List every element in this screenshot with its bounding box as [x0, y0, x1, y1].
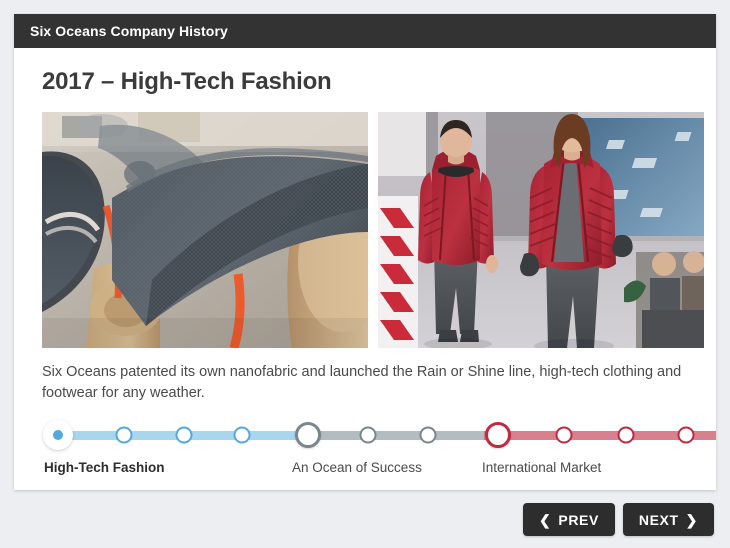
slide-body: 2017 – High-Tech Fashion Six Oceans pate…	[14, 48, 716, 404]
chevron-left-icon: ❮	[539, 511, 552, 528]
timeline-node-red-3[interactable]	[617, 426, 635, 444]
slide-caption: Six Oceans patented its own nanofabric a…	[42, 364, 682, 402]
slide-card: Six Oceans Company History 2017 – High-T…	[14, 14, 716, 490]
timeline-label-an-ocean-of-success[interactable]: An Ocean of Success	[292, 460, 422, 475]
window-title: Six Oceans Company History	[30, 23, 228, 39]
chevron-right-icon: ❯	[685, 511, 698, 528]
timeline-node-red-2[interactable]	[555, 426, 573, 444]
timeline-track	[36, 418, 716, 452]
next-button[interactable]: NEXT ❯	[622, 503, 714, 536]
timeline-label-high-tech-fashion[interactable]: High-Tech Fashion	[44, 460, 165, 475]
timeline-node-gray-2[interactable]	[359, 426, 377, 444]
timeline-node-current[interactable]	[43, 420, 73, 450]
timeline-node-red-4[interactable]	[677, 426, 695, 444]
prev-button[interactable]: ❮ PREV	[523, 503, 615, 536]
timeline-node-red-1[interactable]	[485, 422, 511, 448]
timeline-node-blue-2[interactable]	[115, 426, 133, 444]
window-titlebar: Six Oceans Company History	[14, 14, 716, 48]
next-button-label: NEXT	[638, 511, 679, 528]
slide-navigation: ❮ PREV NEXT ❯	[523, 503, 714, 536]
timeline-labels: High-Tech Fashion An Ocean of Success In…	[36, 460, 716, 482]
prev-button-label: PREV	[558, 511, 599, 528]
timeline-segment-an-ocean-of-success	[296, 431, 484, 440]
timeline-node-blue-4[interactable]	[233, 426, 251, 444]
nanofabric-roll-photo	[42, 112, 368, 348]
timeline-node-gray-3[interactable]	[419, 426, 437, 444]
page-title: 2017 – High-Tech Fashion	[42, 68, 332, 95]
timeline-node-blue-3[interactable]	[175, 426, 193, 444]
timeline-node-gray-1[interactable]	[295, 422, 321, 448]
slide-stage: Six Oceans Company History 2017 – High-T…	[0, 0, 730, 548]
image-row	[42, 112, 704, 348]
timeline-label-international-market[interactable]: International Market	[482, 460, 601, 475]
runway-models-photo	[378, 112, 704, 348]
timeline: High-Tech Fashion An Ocean of Success In…	[36, 418, 716, 488]
